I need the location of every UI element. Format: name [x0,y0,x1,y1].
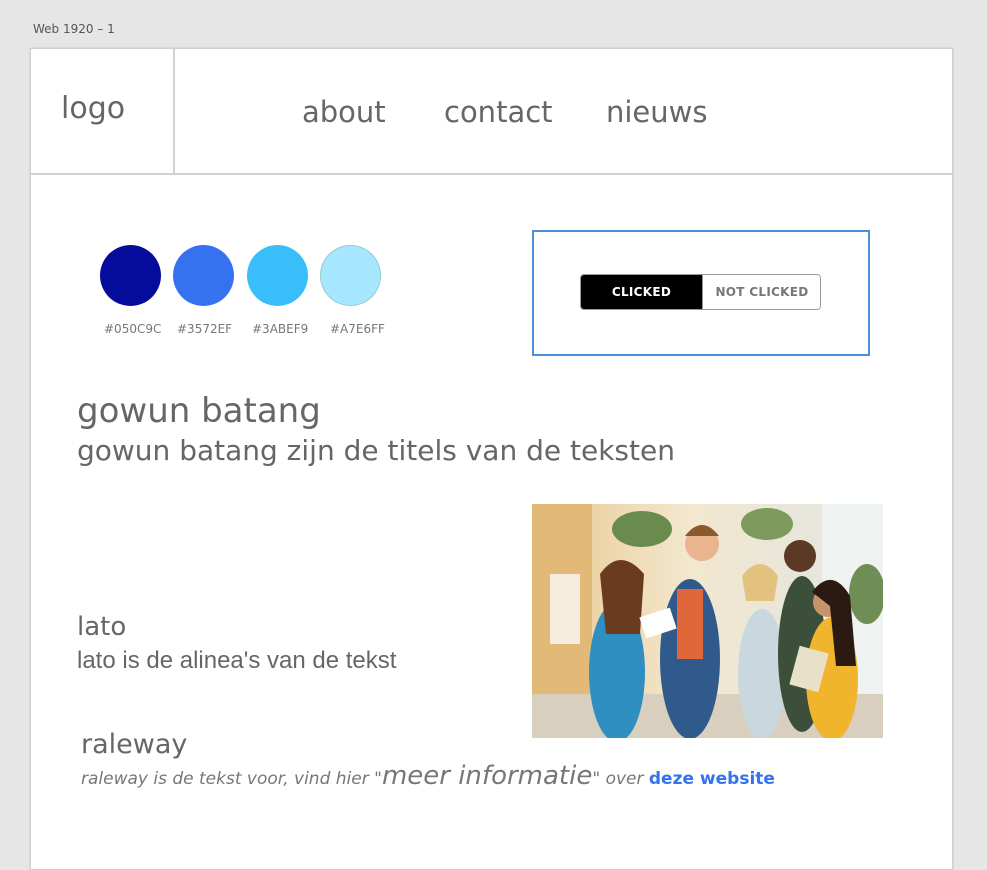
text-font-name: raleway [81,729,188,760]
swatch-label-4: #A7E6FF [330,322,385,336]
nav-nieuws[interactable]: nieuws [606,95,708,129]
heading-font-name: gowun batang [77,391,321,431]
color-swatch-2 [173,245,234,306]
students-photo [532,504,883,738]
swatch-label-3: #3ABEF9 [252,322,309,336]
students-photo-illustration [532,504,883,738]
website-link[interactable]: deze website [649,769,775,789]
heading-font-description: gowun batang zijn de titels van de tekst… [77,434,675,467]
quote-open: " [374,769,382,789]
swatch-label-1: #050C9C [104,322,162,336]
artboard: logo about contact nieuws #050C9C #3572E… [30,48,953,870]
text-font-description: raleway is de tekst voor, vind hier "mee… [81,761,775,791]
swatch-label-2: #3572EF [177,322,233,336]
text-line-start: raleway is de tekst voor, vind hier [81,769,375,789]
quote-close: " [592,769,601,789]
toggle-not-clicked[interactable]: NOT CLICKED [702,275,820,309]
color-swatch-4 [320,245,381,306]
color-swatch-3 [247,245,308,306]
logo[interactable]: logo [61,91,125,126]
site-header: logo about contact nieuws [31,49,952,175]
paragraph-font-name: lato [77,612,127,642]
toggle-frame: CLICKED NOT CLICKED [532,230,870,356]
nav-contact[interactable]: contact [444,95,553,129]
toggle-clicked[interactable]: CLICKED [581,275,702,309]
emphasis-text: meer informatie [381,761,593,791]
color-swatch-1 [100,245,161,306]
logo-box[interactable]: logo [31,49,175,173]
artboard-label: Web 1920 – 1 [33,22,115,36]
nav-about[interactable]: about [302,95,386,129]
toggle-switch[interactable]: CLICKED NOT CLICKED [580,274,821,310]
paragraph-font-description: lato is de alinea's van de tekst [77,647,397,674]
text-line-middle: over [600,769,649,789]
